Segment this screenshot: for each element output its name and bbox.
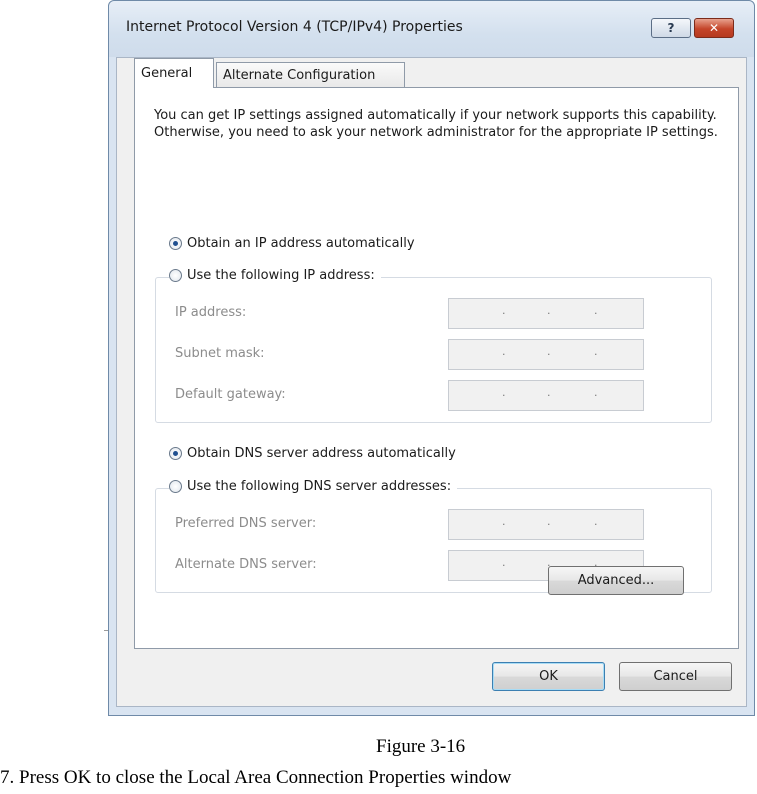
figure-caption: Figure 3-16 [376,736,466,757]
instruction-step: 7. Press OK to close the Local Area Conn… [0,767,512,788]
preferred-dns-label: Preferred DNS server: [175,516,317,531]
subnet-mask-field[interactable]: ... [448,339,644,370]
cancel-button[interactable]: Cancel [619,662,732,691]
preferred-dns-field[interactable]: ... [448,509,644,540]
subnet-mask-label: Subnet mask: [175,346,265,361]
close-icon: ✕ [708,21,720,35]
help-icon: ? [667,21,675,35]
obtain-dns-auto-radio[interactable]: Obtain DNS server address automatically [169,446,456,461]
ip-address-field[interactable]: ... [448,298,644,329]
default-gateway-label: Default gateway: [175,387,286,402]
radio-selected-icon [169,237,182,250]
help-button[interactable]: ? [651,18,691,38]
title-bar[interactable]: Internet Protocol Version 4 (TCP/IPv4) P… [109,1,754,57]
default-gateway-field[interactable]: ... [448,380,644,411]
use-following-dns-label: Use the following DNS server addresses: [187,479,452,494]
alternate-dns-label: Alternate DNS server: [175,557,317,572]
obtain-dns-auto-label: Obtain DNS server address automatically [187,446,456,461]
ip-address-label: IP address: [175,305,247,320]
divider [104,630,108,631]
ok-button[interactable]: OK [492,662,605,691]
radio-unselected-icon [169,269,182,282]
close-button[interactable]: ✕ [694,18,734,38]
use-following-ip-radio[interactable]: Use the following IP address: [169,268,381,283]
use-following-ip-label: Use the following IP address: [187,268,375,283]
window-title: Internet Protocol Version 4 (TCP/IPv4) P… [126,19,463,35]
tcpip-properties-dialog: Internet Protocol Version 4 (TCP/IPv4) P… [108,0,755,716]
radio-unselected-icon [169,480,182,493]
general-tab-panel: You can get IP settings assigned automat… [134,87,739,649]
obtain-ip-auto-label: Obtain an IP address automatically [187,236,415,251]
tab-alternate-configuration[interactable]: Alternate Configuration [216,62,405,88]
advanced-button[interactable]: Advanced... [548,566,684,595]
obtain-ip-auto-radio[interactable]: Obtain an IP address automatically [169,236,415,251]
tab-general[interactable]: General [134,58,214,88]
intro-text: You can get IP settings assigned automat… [154,108,718,140]
use-following-dns-radio[interactable]: Use the following DNS server addresses: [169,479,458,494]
dialog-client-area: General Alternate Configuration You can … [116,57,747,707]
radio-selected-icon [169,447,182,460]
